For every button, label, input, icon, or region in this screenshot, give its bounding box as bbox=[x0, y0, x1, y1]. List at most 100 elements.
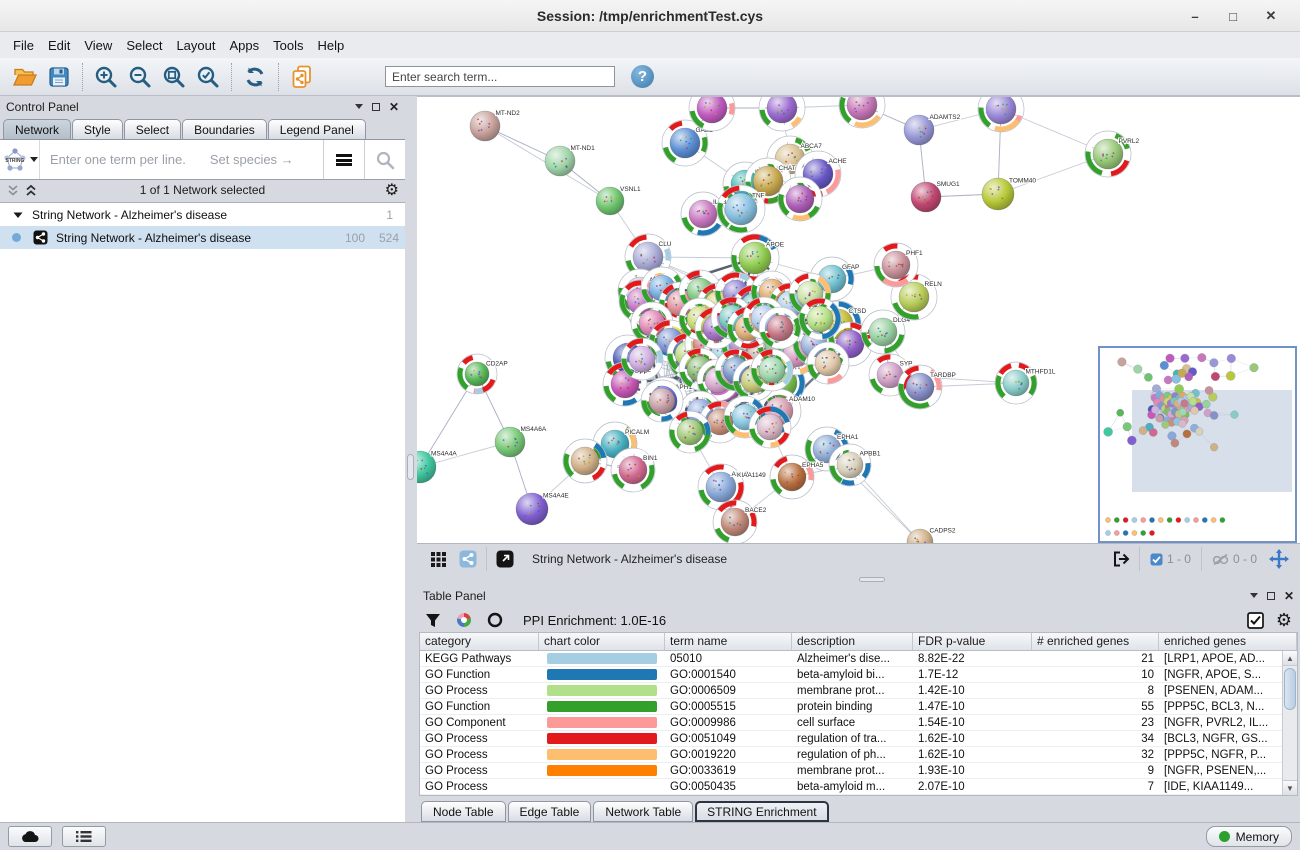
enrichment-settings-gear-icon[interactable]: ⚙ bbox=[1276, 610, 1292, 631]
table-row[interactable]: GO ProcessGO:0051049regulation of tra...… bbox=[420, 731, 1297, 747]
menu-tools[interactable]: Tools bbox=[266, 35, 310, 56]
svg-text:BIN1: BIN1 bbox=[643, 455, 658, 462]
table-row[interactable]: GO ProcessGO:0006509membrane prot...1.42… bbox=[420, 683, 1297, 699]
chart-color-icon[interactable] bbox=[455, 611, 473, 629]
tab-network[interactable]: Network bbox=[3, 119, 71, 139]
query-placeholder[interactable]: Enter one term per line. bbox=[50, 152, 186, 167]
close-panel-icon[interactable]: ✕ bbox=[389, 102, 399, 112]
menu-file[interactable]: File bbox=[6, 35, 41, 56]
table-float-icon[interactable] bbox=[1267, 592, 1275, 600]
table-row[interactable]: GO ComponentGO:0009986cell surface1.54E-… bbox=[420, 715, 1297, 731]
panel-splitter[interactable] bbox=[405, 96, 417, 822]
export-network-button[interactable] bbox=[1106, 546, 1136, 572]
import-network-button[interactable] bbox=[285, 62, 319, 92]
svg-text:MS4A4A: MS4A4A bbox=[431, 450, 457, 457]
scroll-up-arrow[interactable]: ▲ bbox=[1283, 651, 1297, 666]
query-options-button[interactable] bbox=[324, 140, 364, 179]
float-panel-icon[interactable] bbox=[372, 103, 380, 111]
table-splitter[interactable] bbox=[417, 574, 1300, 585]
menu-select[interactable]: Select bbox=[119, 35, 169, 56]
table-scrollbar[interactable]: ▲ ▼ bbox=[1282, 651, 1297, 795]
zoom-selected-icon bbox=[196, 65, 220, 89]
chart-color-cell bbox=[539, 715, 665, 730]
color-swatch bbox=[547, 717, 657, 728]
enrichment-table-body: KEGG Pathways05010Alzheimer's dise...8.8… bbox=[420, 651, 1297, 795]
table-close-icon[interactable]: ✕ bbox=[1284, 591, 1294, 601]
tab-edge-table[interactable]: Edge Table bbox=[508, 801, 592, 822]
tree-expand-icon[interactable] bbox=[12, 209, 24, 221]
string-protein-query-selector[interactable]: STRING bbox=[0, 140, 40, 179]
menu-edit[interactable]: Edit bbox=[41, 35, 77, 56]
scroll-thumb[interactable] bbox=[1284, 668, 1296, 710]
menu-layout[interactable]: Layout bbox=[169, 35, 222, 56]
table-panel-menu-icon[interactable] bbox=[1250, 593, 1258, 598]
fullscreen-button[interactable] bbox=[490, 546, 520, 572]
refresh-button[interactable] bbox=[238, 62, 272, 92]
menu-apps[interactable]: Apps bbox=[223, 35, 267, 56]
cell-enriched-genes: [NGFR, PSENEN,... bbox=[1159, 763, 1297, 778]
network-view-title: String Network - Alzheimer's disease bbox=[532, 552, 1106, 566]
table-row[interactable]: GO ProcessGO:0033619membrane prot...1.93… bbox=[420, 763, 1297, 779]
svg-text:MS4A4E: MS4A4E bbox=[543, 492, 569, 499]
column-header-FDR-p-value[interactable]: FDR p-value bbox=[913, 633, 1032, 650]
splitter-grip[interactable] bbox=[407, 454, 414, 480]
network-canvas[interactable]: MT-ND2MT-ND1VSNL1GAB2IRS1ABCA7CHATACHEIL… bbox=[417, 96, 1300, 543]
svg-text:BACE2: BACE2 bbox=[745, 507, 767, 514]
zoom-fit-button[interactable] bbox=[157, 62, 191, 92]
zoom-in-button[interactable] bbox=[89, 62, 123, 92]
cloud-tasks-button[interactable] bbox=[8, 826, 52, 847]
navigate-button[interactable] bbox=[1264, 546, 1294, 572]
grid-view-button[interactable] bbox=[423, 546, 453, 572]
column-header-term-name[interactable]: term name bbox=[665, 633, 792, 650]
zoom-selected-button[interactable] bbox=[191, 62, 225, 92]
column-header-category[interactable]: category bbox=[420, 633, 539, 650]
svg-text:MS4A6A: MS4A6A bbox=[521, 426, 547, 433]
open-session-button[interactable] bbox=[8, 62, 42, 92]
zoom-out-icon bbox=[128, 65, 152, 89]
tab-select[interactable]: Select bbox=[124, 119, 181, 139]
tab-boundaries[interactable]: Boundaries bbox=[182, 119, 267, 139]
tab-legend-panel[interactable]: Legend Panel bbox=[268, 119, 366, 139]
column-header-enriched-genes[interactable]: # enriched genes bbox=[1032, 633, 1159, 650]
panel-menu-icon[interactable] bbox=[355, 104, 363, 109]
table-row[interactable]: GO FunctionGO:0005515protein binding1.47… bbox=[420, 699, 1297, 715]
scroll-down-arrow[interactable]: ▼ bbox=[1283, 780, 1297, 795]
maximize-button[interactable]: □ bbox=[1214, 9, 1252, 24]
table-splitter-grip[interactable] bbox=[859, 577, 885, 582]
table-row[interactable]: GO ProcessGO:0050435beta-amyloid m...2.0… bbox=[420, 779, 1297, 795]
filter-icon[interactable] bbox=[425, 613, 441, 628]
memory-button[interactable]: Memory bbox=[1206, 826, 1292, 847]
tab-style[interactable]: Style bbox=[72, 119, 123, 139]
birdseye-view[interactable] bbox=[1098, 346, 1297, 543]
menu-help[interactable]: Help bbox=[311, 35, 352, 56]
svg-text:GFAP: GFAP bbox=[842, 264, 859, 271]
column-header-description[interactable]: description bbox=[792, 633, 913, 650]
network-collection-row[interactable]: String Network - Alzheimer's disease 1 bbox=[0, 203, 405, 226]
network-panel-gear-icon[interactable]: ⚙ bbox=[385, 180, 399, 200]
species-hint[interactable]: Set species → bbox=[210, 152, 323, 167]
zoom-in-icon bbox=[94, 65, 118, 89]
table-row[interactable]: GO FunctionGO:0001540beta-amyloid bi...1… bbox=[420, 667, 1297, 683]
collection-label: String Network - Alzheimer's disease bbox=[32, 208, 227, 222]
minimize-button[interactable]: – bbox=[1176, 9, 1214, 24]
menu-view[interactable]: View bbox=[77, 35, 119, 56]
network-item-row[interactable]: String Network - Alzheimer's disease 100… bbox=[0, 226, 405, 249]
column-header-chart-color[interactable]: chart color bbox=[539, 633, 665, 650]
close-button[interactable]: ✕ bbox=[1252, 8, 1290, 24]
table-row[interactable]: KEGG Pathways05010Alzheimer's dise...8.8… bbox=[420, 651, 1297, 667]
help-button[interactable]: ? bbox=[631, 65, 654, 88]
zoom-out-button[interactable] bbox=[123, 62, 157, 92]
clear-color-icon[interactable] bbox=[487, 612, 503, 628]
tab-network-table[interactable]: Network Table bbox=[593, 801, 693, 822]
search-input[interactable] bbox=[385, 66, 615, 87]
task-list-button[interactable] bbox=[62, 826, 106, 847]
query-search-button[interactable] bbox=[365, 140, 405, 179]
birdseye-toggle-button[interactable] bbox=[453, 546, 483, 572]
tab-string-enrichment[interactable]: STRING Enrichment bbox=[695, 801, 828, 822]
save-session-button[interactable] bbox=[42, 62, 76, 92]
table-row[interactable]: GO ProcessGO:0019220regulation of ph...1… bbox=[420, 747, 1297, 763]
select-terms-checkbox-icon[interactable] bbox=[1247, 612, 1264, 629]
column-header-enriched-genes[interactable]: enriched genes bbox=[1159, 633, 1297, 650]
move-arrows-icon bbox=[1268, 548, 1290, 570]
tab-node-table[interactable]: Node Table bbox=[421, 801, 506, 822]
